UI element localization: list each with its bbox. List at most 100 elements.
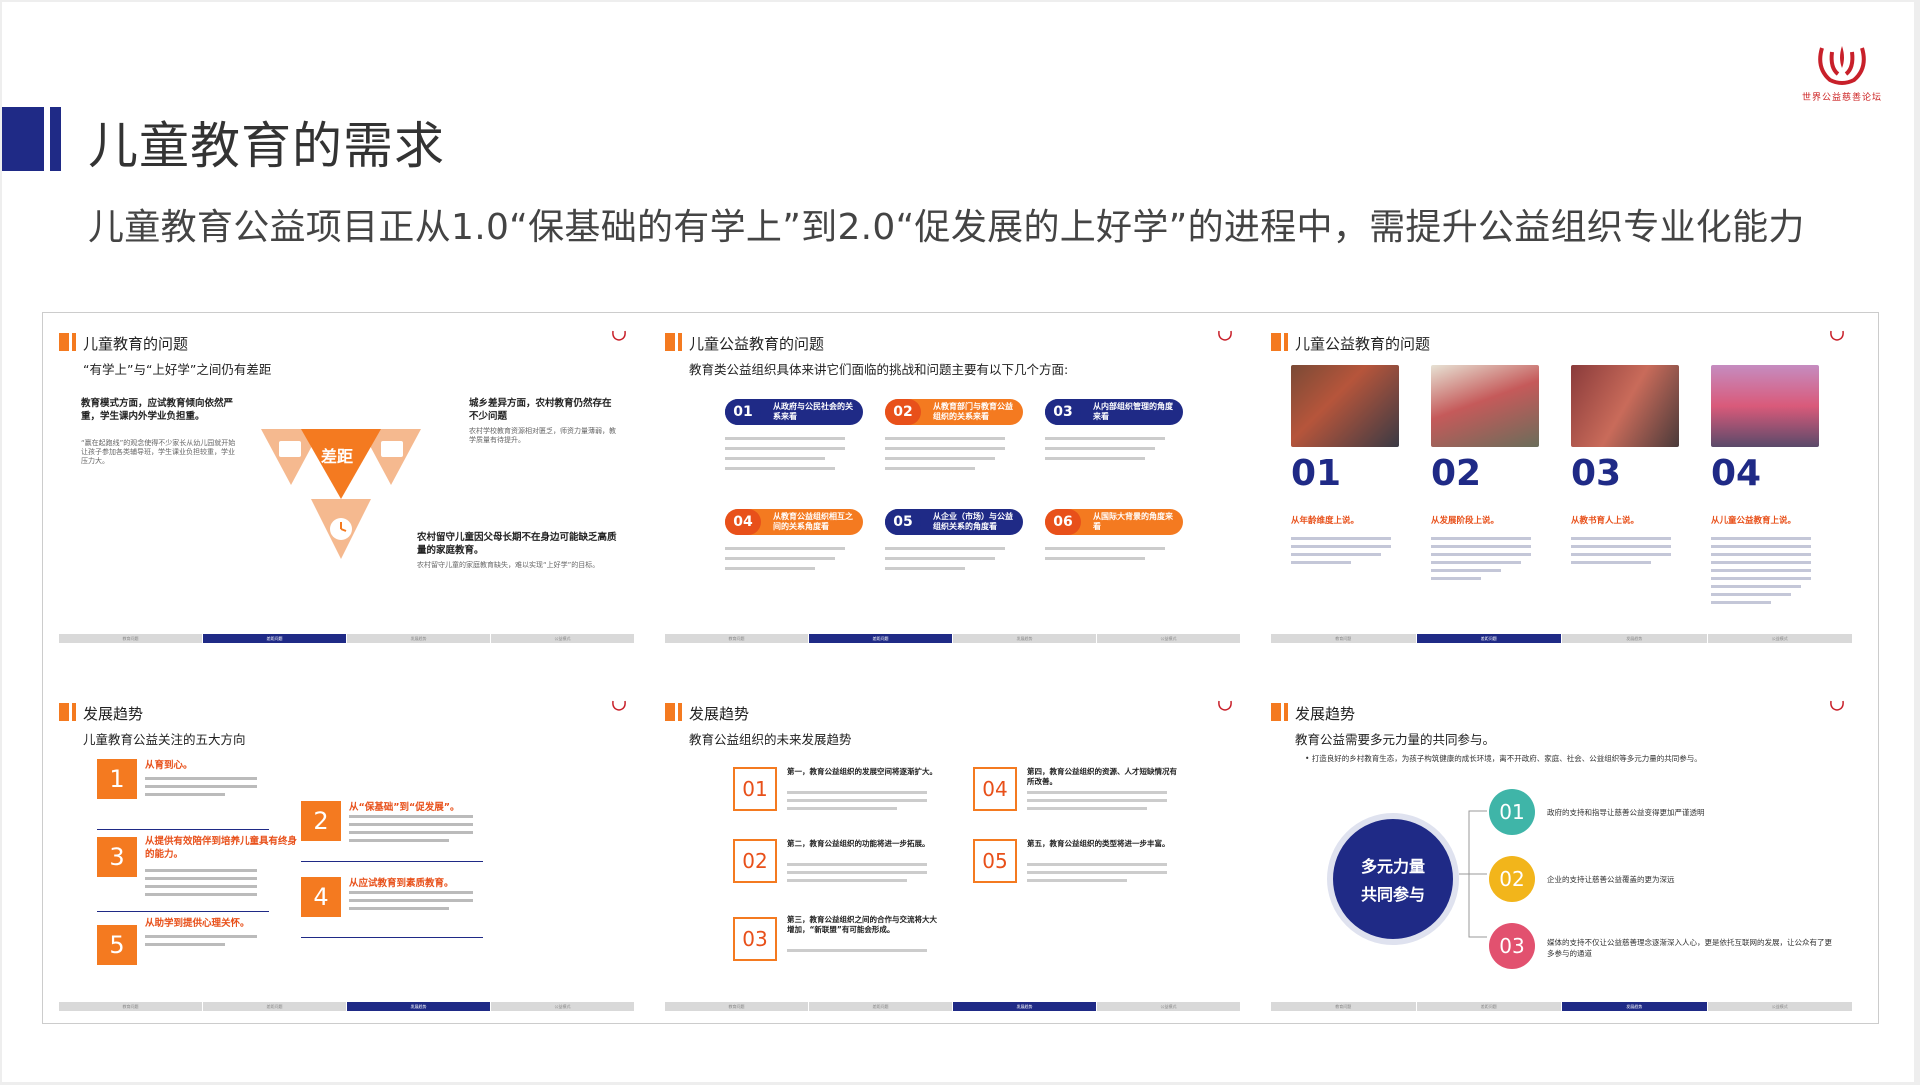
nav-tab: 发展趋势	[953, 634, 1096, 643]
thumbnail-card-multi-party[interactable]: 发展趋势 教育公益需要多元力量的共同参与。 • 打造良好的乡村教育生态，为孩子构…	[1261, 689, 1863, 1019]
filler-text-lines-2	[725, 547, 1165, 570]
thumbnail-card-education-problems[interactable]: 儿童教育的问题 “有学上”与“上好学”之间仍有差距 教育模式方面，应试教育倾向依…	[49, 319, 645, 651]
card-title: 儿童公益教育的问题	[689, 335, 825, 353]
filler-text-lines-1	[725, 437, 1165, 470]
party-number-2: 02	[1489, 856, 1535, 902]
mini-logo-icon	[1830, 700, 1844, 711]
nav-tab-active: 差距问题	[203, 634, 346, 643]
problem-3-heading: 农村留守儿童因父母长期不在身边可能缺乏高质量的家庭教育。	[417, 532, 617, 556]
title-accent-bar	[2, 107, 64, 171]
thumbnail-card-five-directions[interactable]: 发展趋势 儿童教育公益关注的五大方向 1 从育到心。 3 从提供有效陪伴到培养儿…	[49, 689, 645, 1019]
trend-number-3: 03	[733, 917, 777, 961]
challenge-item-1: 01 从政府与公民社会的关系来看	[725, 399, 863, 425]
filler-text-lines	[787, 791, 1167, 952]
card-subtitle: 教育类公益组织具体来讲它们面临的挑战和问题主要有以下几个方面:	[689, 362, 1069, 377]
nav-tab: 公益模式	[491, 1002, 634, 1011]
message-icon	[381, 441, 403, 457]
nav-tab: 公益模式	[1707, 1002, 1852, 1011]
nav-tab: 公益模式	[1707, 634, 1852, 643]
trend-heading-4: 第四，教育公益组织的资源、人才短缺情况有所改善。	[1027, 767, 1177, 786]
card-nav-bar: 教育问题 差距问题 发展趋势 公益模式	[665, 634, 1241, 643]
challenge-item-2: 02 从教育部门与教育公益组织的关系来看	[885, 399, 1023, 425]
chat-bubble-icon	[279, 441, 301, 457]
trend-heading-1: 第一，教育公益组织的发展空间将逐渐扩大。	[787, 767, 937, 776]
nav-tab-active: 发展趋势	[953, 1002, 1096, 1011]
nav-tab: 教育问题	[59, 1002, 202, 1011]
logo-text: 世界公益慈善论坛	[1801, 93, 1882, 103]
party-number-3: 03	[1489, 923, 1535, 969]
filler-text-lines	[1291, 537, 1811, 604]
nav-tab: 教育问题	[1271, 1002, 1416, 1011]
card-subtitle: 教育公益组织的未来发展趋势	[689, 732, 852, 747]
nav-tab-active: 发展趋势	[347, 1002, 490, 1011]
point-number: 02	[1431, 453, 1482, 494]
forum-logo-icon	[1818, 46, 1866, 85]
nav-tab: 公益模式	[1097, 1002, 1240, 1011]
problem-2-heading: 城乡差异方面，农村教育仍然存在不少问题	[469, 398, 612, 422]
classroom-photo-2	[1431, 365, 1539, 447]
nav-tab: 差距问题	[203, 1002, 346, 1011]
page-subtitle: 儿童教育公益项目正从1.0“保基础的有学上”到2.0“促发展的上好学”的进程中，…	[88, 207, 1805, 248]
gap-label: 差距	[321, 447, 354, 466]
point-heading: 从教书育人上说。	[1571, 516, 1640, 526]
challenge-item-5: 05 从企业（市场）与公益组织关系的角度看	[885, 509, 1023, 535]
nav-tab-active: 差距问题	[1416, 634, 1561, 643]
slide: 世界公益慈善论坛 儿童教育的需求 儿童教育公益项目正从1.0“保基础的有学上”到…	[2, 2, 1914, 1082]
card-title: 发展趋势	[689, 705, 750, 723]
nav-tab: 差距问题	[809, 1002, 952, 1011]
card-title: 发展趋势	[83, 705, 144, 723]
card-nav-bar: 教育问题 差距问题 发展趋势 公益模式	[1271, 1002, 1853, 1011]
nav-tab: 发展趋势	[1562, 634, 1707, 643]
nav-tab-active: 差距问题	[809, 634, 952, 643]
slide-thumbnail-grid: 儿童教育的问题 “有学上”与“上好学”之间仍有差距 教育模式方面，应试教育倾向依…	[42, 312, 1879, 1024]
nav-tab: 公益模式	[491, 634, 634, 643]
trend-number-2: 02	[733, 839, 777, 883]
nav-tab: 教育问题	[59, 634, 202, 643]
point-number: 01	[1291, 453, 1342, 494]
nav-tab: 差距问题	[1416, 1002, 1561, 1011]
event-photo-4	[1711, 365, 1819, 447]
point-heading: 从儿童公益教育上说。	[1711, 516, 1797, 526]
point-heading: 从发展阶段上说。	[1431, 516, 1500, 526]
nav-tab: 发展趋势	[347, 634, 490, 643]
card-title: 儿童公益教育的问题	[1295, 335, 1431, 353]
party-text-3: 媒体的支持不仅让公益慈善理念逐渐深入人心，更是依托互联网的发展，让公众有了更多参…	[1547, 938, 1832, 958]
bullet-text: • 打造良好的乡村教育生态，为孩子构筑健康的成长环境，离不开政府、家庭、社会、公…	[1305, 754, 1702, 763]
nav-tab: 公益模式	[1097, 634, 1240, 643]
problem-3-body: 农村留守儿童的家庭教育缺失，难以实现“上好学”的目标。	[417, 561, 600, 569]
card-subtitle: 儿童教育公益关注的五大方向	[83, 732, 246, 747]
filler-text-lines	[97, 777, 483, 946]
thumbnail-card-future-trends[interactable]: 发展趋势 教育公益组织的未来发展趋势 01 第一，教育公益组织的发展空间将逐渐扩…	[655, 689, 1251, 1019]
nav-tab: 教育问题	[665, 1002, 808, 1011]
party-text-2: 企业的支持让慈善公益覆盖的更为深远	[1547, 875, 1675, 884]
card-subtitle: 教育公益需要多元力量的共同参与。	[1295, 732, 1496, 747]
mini-logo-icon	[612, 330, 626, 341]
nav-tab: 教育问题	[665, 634, 808, 643]
card-title: 发展趋势	[1295, 705, 1356, 723]
card-nav-bar: 教育问题 差距问题 发展趋势 公益模式	[1271, 634, 1853, 643]
thumbnail-card-public-education-problems[interactable]: 儿童公益教育的问题 教育类公益组织具体来讲它们面临的挑战和问题主要有以下几个方面…	[655, 319, 1251, 651]
point-number: 04	[1711, 453, 1762, 494]
challenge-item-4: 04 从教育公益组织相互之间的关系角度看	[725, 509, 863, 535]
card-nav-bar: 教育问题 差距问题 发展趋势 公益模式	[59, 1002, 635, 1011]
problem-1-heading: 教育模式方面，应试教育倾向依然严重，学生课内外学业负担重。	[81, 398, 234, 422]
direction-heading-1: 从育到心。	[145, 760, 193, 771]
mini-logo-icon	[1218, 700, 1232, 711]
card-title: 儿童教育的问题	[83, 335, 189, 353]
mini-logo-icon	[1218, 330, 1232, 341]
classroom-photo-1	[1291, 365, 1399, 447]
students-photo-3	[1571, 365, 1679, 447]
point-heading: 从年龄维度上说。	[1291, 516, 1360, 526]
party-text-1: 政府的支持和指导让慈善公益变得更加严谨透明	[1547, 808, 1705, 817]
card-nav-bar: 教育问题 差距问题 发展趋势 公益模式	[665, 1002, 1241, 1011]
challenge-item-3: 03 从内部组织管理的角度来看	[1045, 399, 1183, 425]
page-title: 儿童教育的需求	[88, 117, 445, 175]
thumbnail-card-photo-problems[interactable]: 儿童公益教育的问题 01 02 03 04 从年龄维度上说。 从发展阶段上说。 …	[1261, 319, 1863, 651]
party-number-1: 01	[1489, 789, 1535, 835]
forum-logo: 世界公益慈善论坛	[1782, 42, 1902, 110]
nav-tab-active: 发展趋势	[1562, 1002, 1707, 1011]
card-nav-bar: 教育问题 差距问题 发展趋势 公益模式	[59, 634, 635, 643]
problem-2-body: 农村学校教育资源相对匮乏，师资力量薄弱，教学质量有待提升。	[469, 427, 616, 444]
central-circle-text: 多元力量 共同参与	[1360, 857, 1425, 904]
card-subtitle: “有学上”与“上好学”之间仍有差距	[83, 362, 272, 377]
